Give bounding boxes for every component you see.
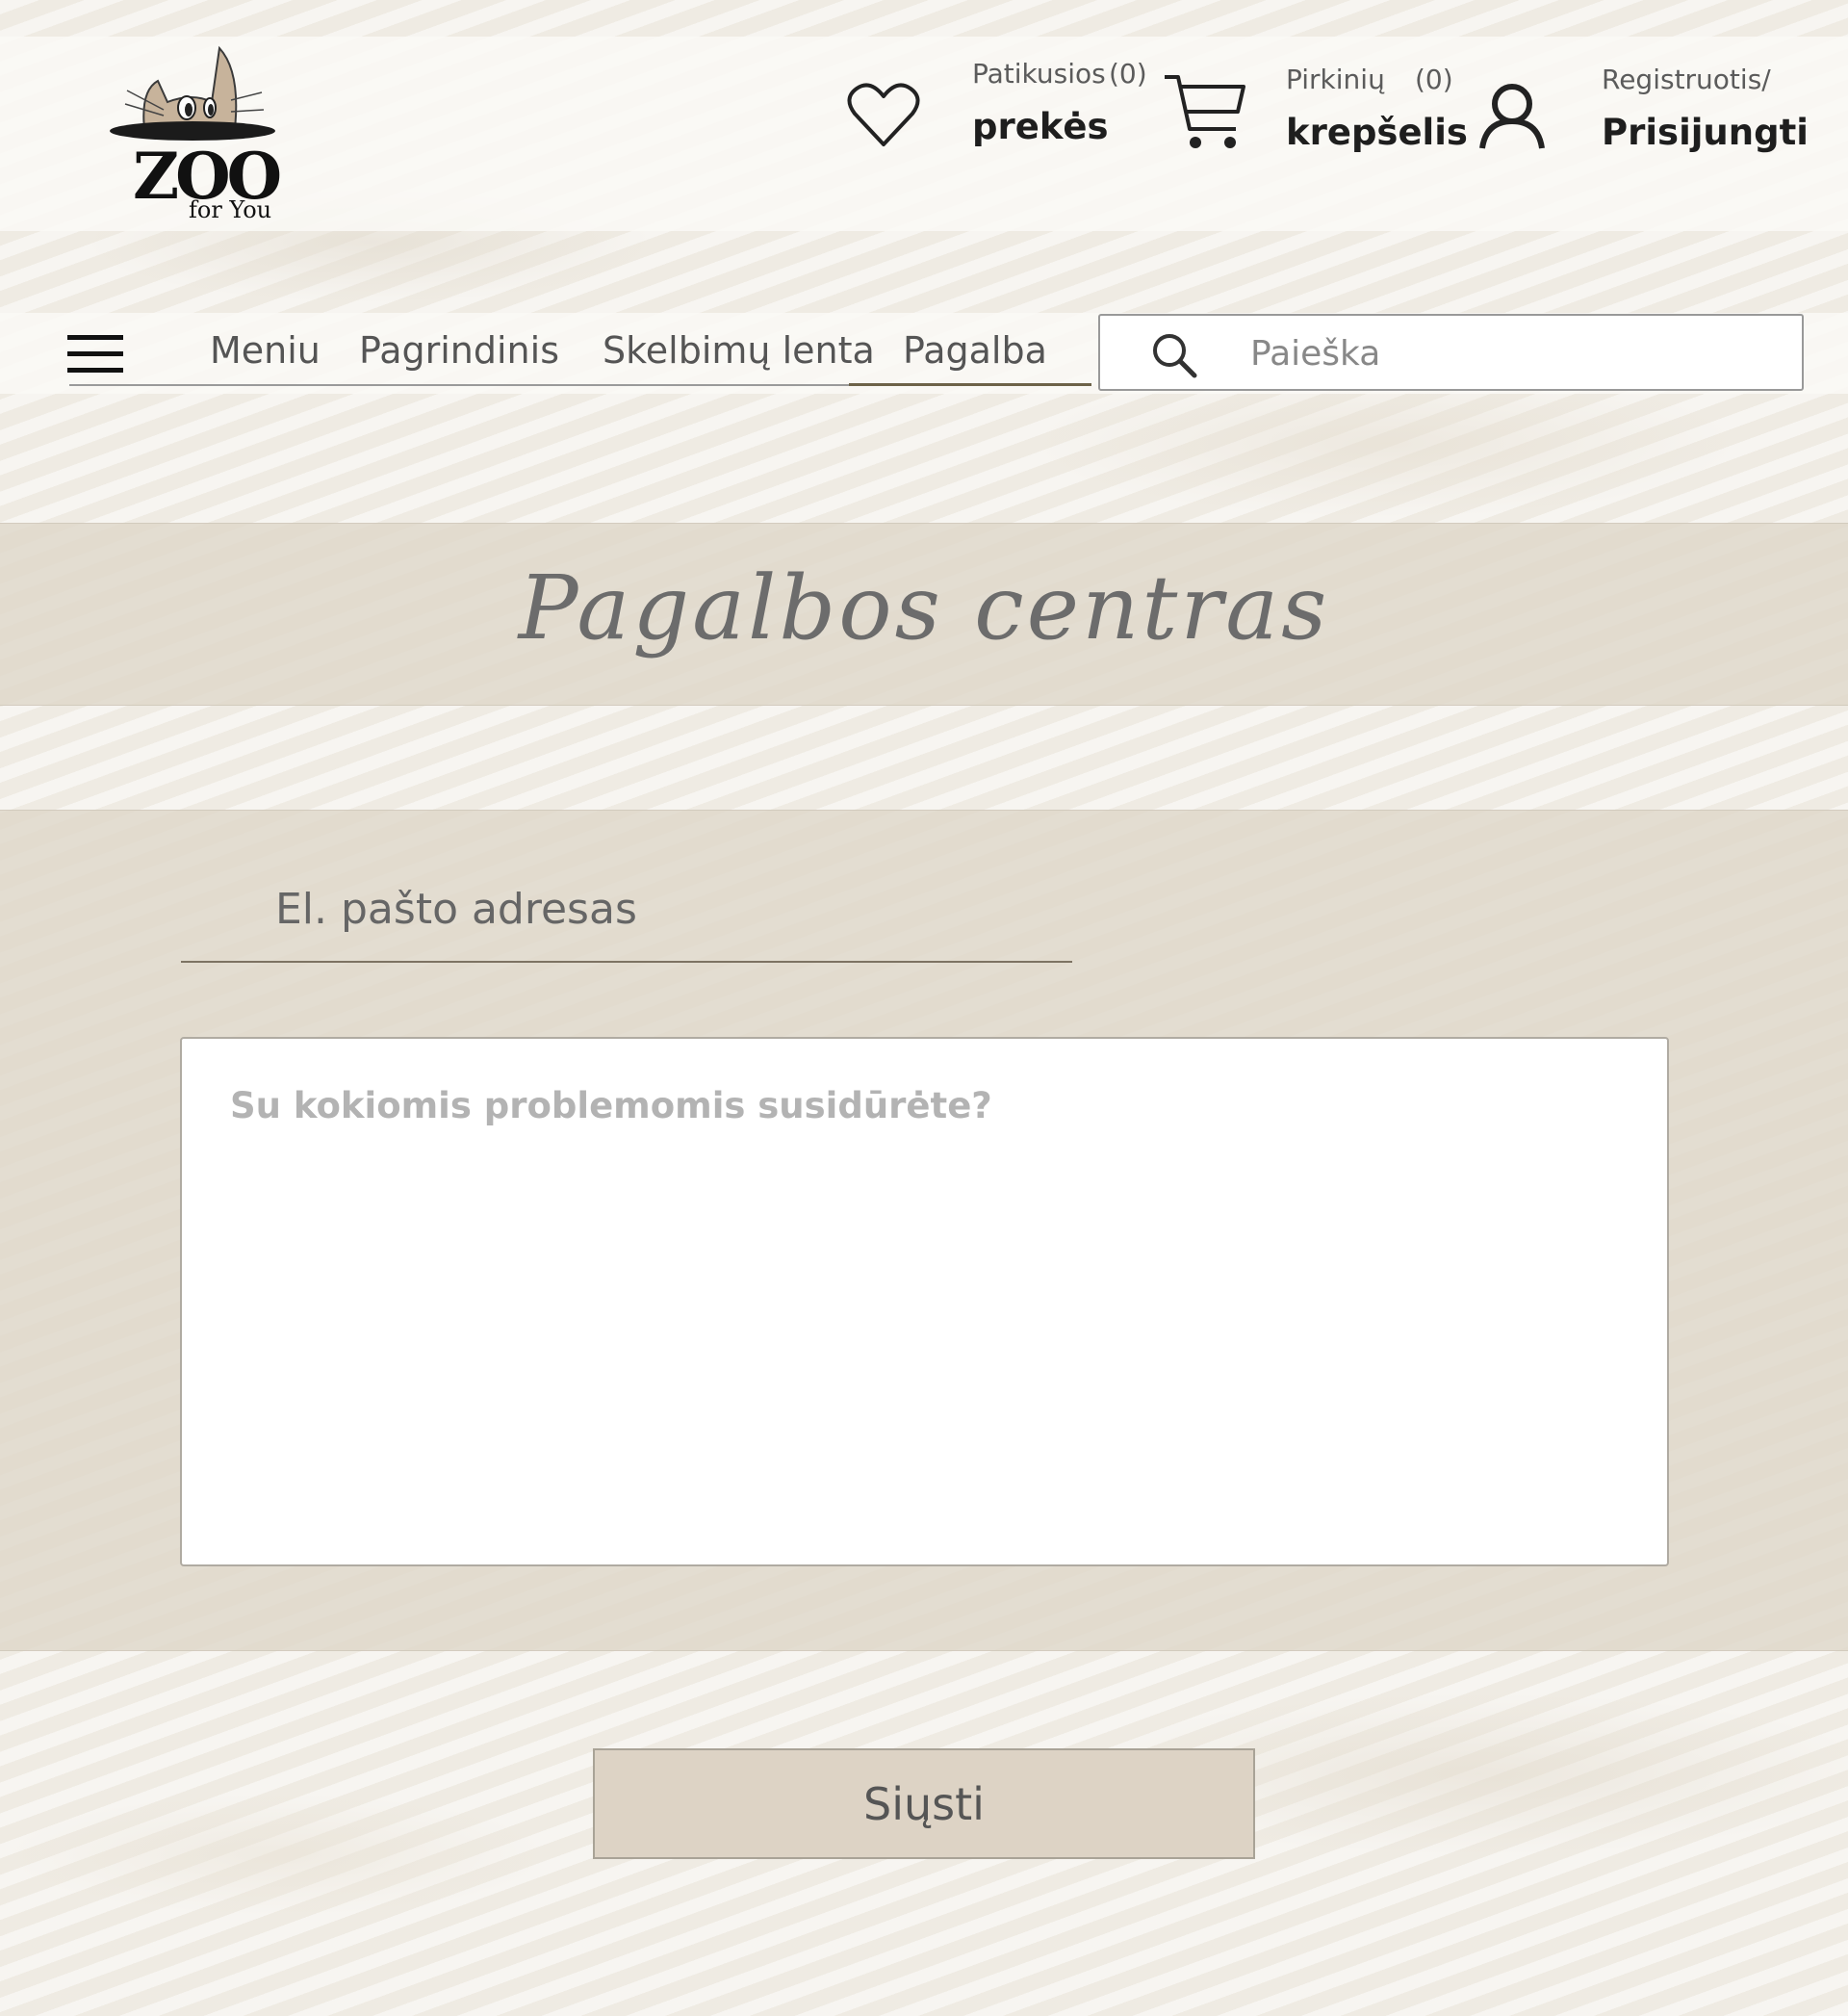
logo[interactable]: ZOO for You — [108, 42, 282, 225]
send-button[interactable]: Siųsti — [593, 1748, 1255, 1859]
nav-item-skelbimu-lenta[interactable]: Skelbimų lenta — [603, 329, 875, 372]
heart-icon — [847, 83, 920, 146]
user-icon — [1479, 84, 1545, 149]
search-icon[interactable] — [1150, 331, 1198, 379]
favorites-label-small: Patikusios — [972, 58, 1106, 90]
nav-active-indicator — [849, 383, 1091, 386]
search-box[interactable] — [1098, 314, 1804, 391]
hamburger-icon[interactable] — [67, 335, 123, 374]
email-field[interactable] — [181, 857, 1072, 963]
page-title: Pagalbos centras — [518, 556, 1330, 659]
cart-icon — [1165, 75, 1245, 148]
cart-label-big: krepšelis — [1286, 112, 1468, 153]
nav-item-pagalba[interactable]: Pagalba — [903, 329, 1047, 372]
search-input[interactable] — [1248, 316, 1791, 391]
logo-subtext: for You — [189, 196, 272, 223]
account-label-big: Prisijungti — [1602, 112, 1809, 153]
cart-label-small: Pirkinių — [1286, 64, 1385, 95]
nav-item-meniu[interactable]: Meniu — [210, 329, 321, 372]
cart-count: (0) — [1415, 64, 1453, 95]
message-textarea[interactable] — [180, 1037, 1669, 1566]
favorites-count: (0) — [1109, 58, 1147, 90]
account-label-small: Registruotis/ — [1602, 64, 1771, 95]
favorites-label-big: prekės — [972, 106, 1109, 147]
nav-item-pagrindinis[interactable]: Pagrindinis — [359, 329, 559, 372]
